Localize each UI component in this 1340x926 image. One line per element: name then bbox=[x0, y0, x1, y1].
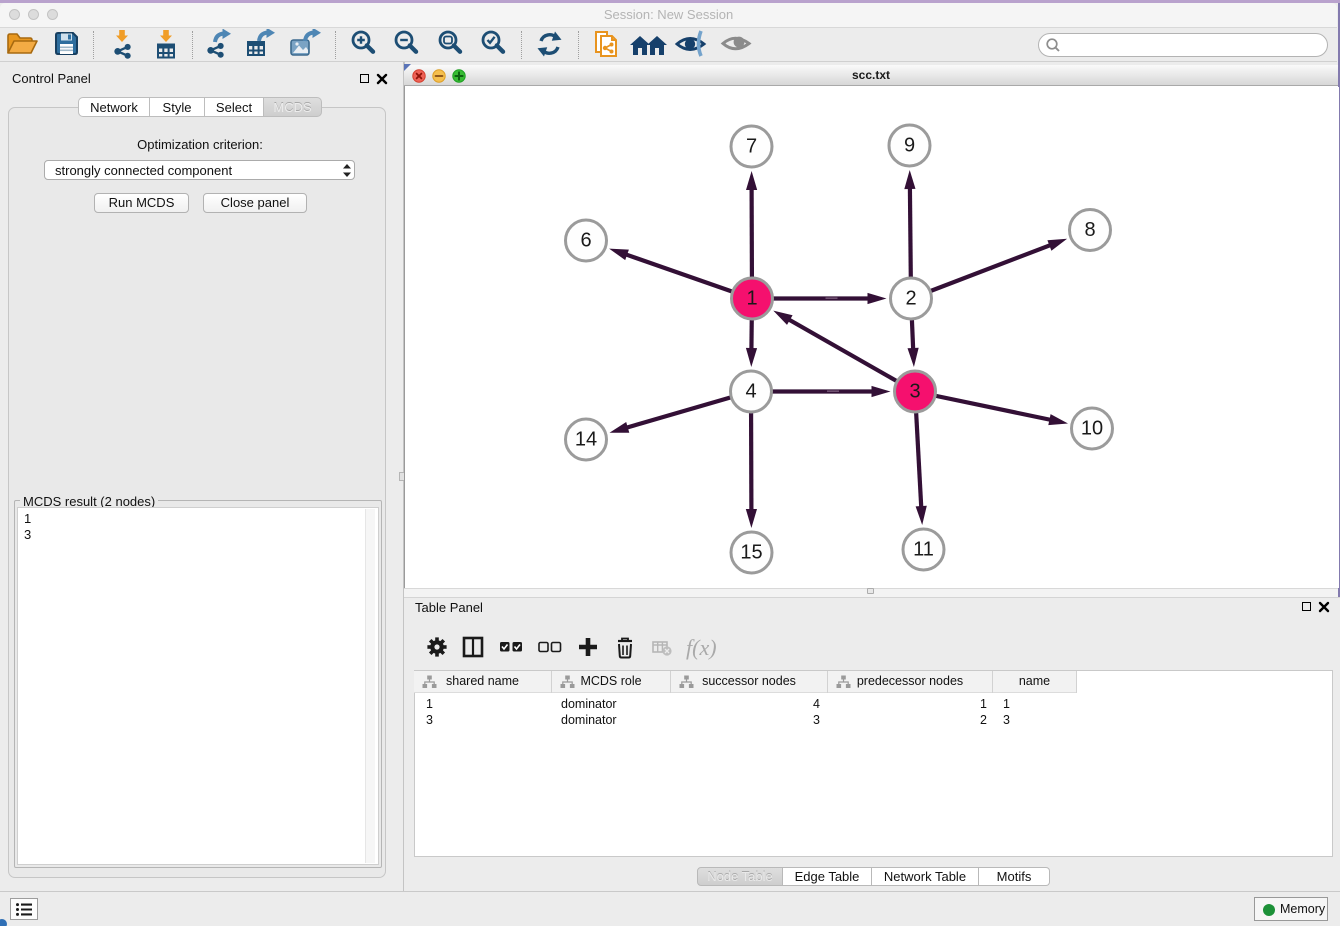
svg-text:9: 9 bbox=[903, 135, 914, 157]
svg-text:10: 10 bbox=[1080, 418, 1102, 440]
svg-text:4: 4 bbox=[745, 381, 756, 403]
svg-text:11: 11 bbox=[913, 539, 934, 561]
svg-text:7: 7 bbox=[745, 136, 756, 158]
svg-text:15: 15 bbox=[740, 542, 762, 564]
svg-text:3: 3 bbox=[909, 381, 920, 403]
svg-text:2: 2 bbox=[905, 288, 916, 310]
svg-text:14: 14 bbox=[574, 429, 596, 451]
svg-text:1: 1 bbox=[746, 288, 757, 310]
svg-text:6: 6 bbox=[580, 230, 591, 252]
svg-text:8: 8 bbox=[1084, 219, 1095, 241]
svg-text:f(x): f(x) bbox=[686, 635, 717, 660]
